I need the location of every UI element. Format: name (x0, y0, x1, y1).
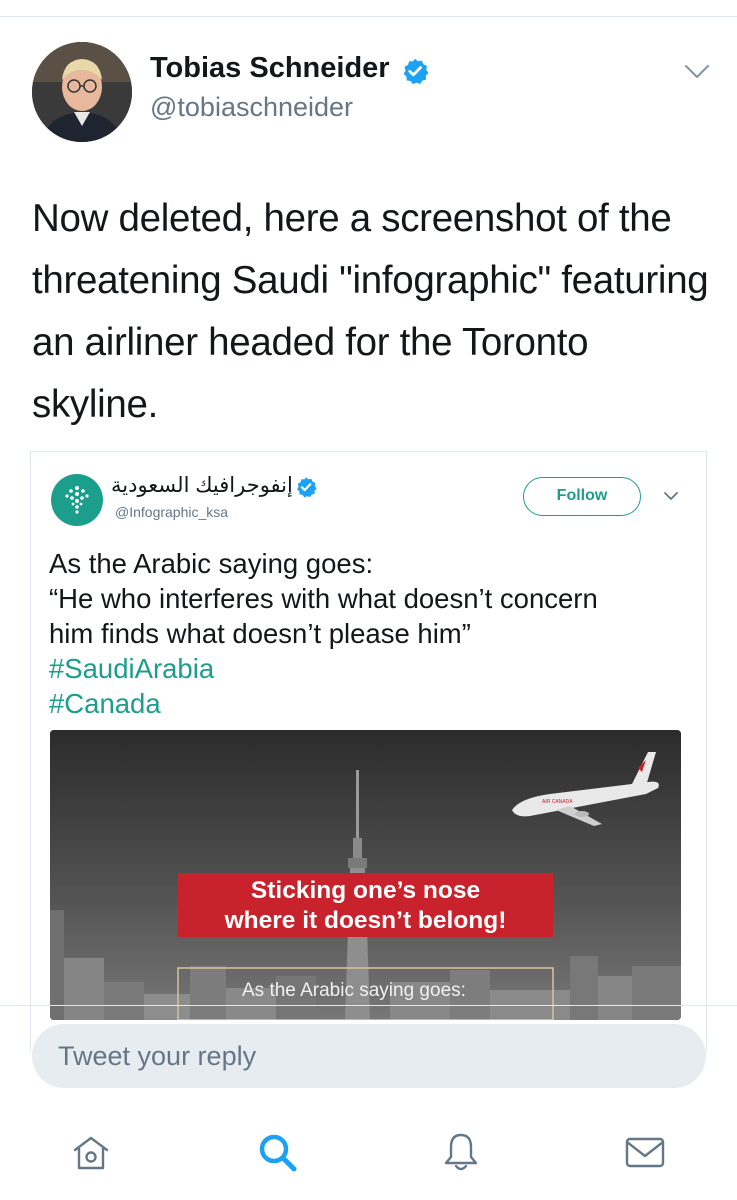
quoted-text-line: him finds what doesn’t please him” (49, 618, 471, 649)
plane-livery-text: AIR CANADA (542, 799, 573, 805)
verified-badge-icon (297, 477, 317, 498)
home-icon[interactable] (69, 1130, 113, 1174)
hashtag-link[interactable]: #Canada (49, 686, 699, 721)
banner-line: Sticking one’s nose (250, 877, 481, 904)
quoted-tweet[interactable]: إنفوجرافيك السعودية @Infographic_ksa Fol… (30, 451, 707, 1051)
infographic-logo-icon (65, 486, 89, 514)
quoted-author-avatar[interactable] (51, 474, 103, 526)
quoted-author-name[interactable]: إنفوجرافيك السعودية (111, 473, 293, 498)
banner-line: where it doesn’t belong! (224, 907, 507, 934)
tweet-text: Now deleted, here a screenshot of the th… (32, 197, 709, 426)
notifications-icon[interactable] (439, 1130, 483, 1174)
quoted-text-line: “He who interferes with what doesn’t con… (49, 583, 598, 614)
reply-input[interactable]: Tweet your reply (32, 1024, 706, 1088)
hashtag-link[interactable]: #SaudiArabia (49, 651, 699, 686)
infographic-caption: As the Arabic saying goes: (242, 980, 466, 1001)
reply-placeholder: Tweet your reply (58, 1041, 257, 1071)
reply-divider (0, 1005, 737, 1006)
verified-badge-icon (403, 58, 429, 85)
quoted-text-line: As the Arabic saying goes: (49, 548, 374, 579)
search-icon[interactable] (255, 1130, 299, 1174)
author-avatar[interactable] (32, 42, 132, 142)
author-name[interactable]: Tobias Schneider (150, 52, 390, 85)
chevron-down-icon[interactable] (663, 491, 679, 502)
infographic-image[interactable]: AIR CANADA Sticking one’s nose where it … (50, 730, 681, 1020)
follow-button[interactable]: Follow (523, 477, 641, 516)
quoted-tweet-text: As the Arabic saying goes: “He who inter… (49, 546, 699, 721)
top-divider (0, 16, 737, 17)
quoted-author-handle[interactable]: @Infographic_ksa (115, 504, 228, 520)
chevron-down-icon[interactable] (683, 63, 711, 81)
messages-icon[interactable] (623, 1130, 667, 1174)
infographic-banner: Sticking one’s nose where it doesn’t bel… (178, 873, 553, 937)
author-handle[interactable]: @tobiaschneider (150, 92, 353, 123)
